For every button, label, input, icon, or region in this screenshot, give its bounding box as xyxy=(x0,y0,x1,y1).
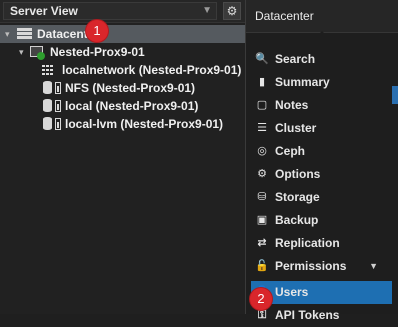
tree-item-local[interactable]: local (Nested-Prox9-01) xyxy=(0,97,245,115)
menu-item-options[interactable]: ⚙ Options xyxy=(246,163,392,186)
menu-label: Replication xyxy=(275,236,340,250)
menu-label: Notes xyxy=(275,98,309,112)
menu-item-cluster[interactable]: ☰ Cluster xyxy=(246,117,392,140)
menu-label: Storage xyxy=(275,190,320,204)
tree-label: NFS (Nested-Prox9-01) xyxy=(65,81,196,95)
server-icon: ☰ xyxy=(257,122,267,134)
tree-label-node: Nested-Prox9-01 xyxy=(50,45,145,59)
tree-item-datacenter[interactable]: ▾ Datacenter xyxy=(0,25,245,43)
view-toolbar: Server View ▼ ⚙ xyxy=(0,0,245,23)
book-icon: ▮ xyxy=(258,76,266,88)
storage-usage-icon xyxy=(55,100,61,112)
menu-label: Summary xyxy=(275,75,330,89)
gear-icon: ⚙ xyxy=(257,168,267,180)
edge-accent xyxy=(392,86,398,104)
tree-label: local-lvm (Nested-Prox9-01) xyxy=(65,117,224,131)
tree-item-nfs[interactable]: NFS (Nested-Prox9-01) xyxy=(0,79,245,97)
menu-label: Permissions xyxy=(275,259,347,273)
step-badge-2: 2 xyxy=(250,288,272,310)
menu-label: API Tokens xyxy=(275,308,340,322)
search-icon: 🔍 xyxy=(255,53,269,65)
tree-label: local (Nested-Prox9-01) xyxy=(65,99,199,113)
database-icon: ⛁ xyxy=(257,191,267,203)
notes-icon: ▢ xyxy=(256,99,268,111)
status-ok-icon xyxy=(37,52,45,60)
expand-chevron-icon[interactable]: ▾ xyxy=(19,43,24,61)
menu-item-storage[interactable]: ⛁ Storage xyxy=(246,186,392,209)
storage-icon xyxy=(43,117,52,130)
ceph-icon: ◎ xyxy=(257,145,267,157)
expand-chevron-icon[interactable]: ▾ xyxy=(5,25,10,43)
menu-item-notes[interactable]: ▢ Notes xyxy=(246,94,392,117)
chevron-down-icon: ▼ xyxy=(202,5,212,16)
step-badge-1: 1 xyxy=(86,20,108,42)
storage-icon xyxy=(43,81,52,94)
pointer-notch xyxy=(314,31,330,39)
storage-usage-icon xyxy=(55,118,61,130)
view-selector[interactable]: Server View ▼ xyxy=(3,2,217,20)
menu-label: Cluster xyxy=(275,121,317,135)
menu-item-ceph[interactable]: ◎ Ceph xyxy=(246,140,392,163)
tree-item-local-lvm[interactable]: local-lvm (Nested-Prox9-01) xyxy=(0,115,245,133)
panel-header: Datacenter xyxy=(246,0,398,39)
storage-usage-icon xyxy=(55,82,61,94)
storage-icon xyxy=(43,99,52,112)
menu-label: Options xyxy=(275,167,321,181)
retweet-icon: ⇄ xyxy=(257,237,267,249)
view-selector-value: Server View xyxy=(10,4,78,18)
unlock-icon: 🔓 xyxy=(255,260,269,272)
menu-item-summary[interactable]: ▮ Summary xyxy=(246,71,392,94)
panel-title: Datacenter xyxy=(255,9,314,23)
menu-item-search[interactable]: 🔍 Search xyxy=(246,48,392,71)
datacenter-icon xyxy=(17,28,32,40)
menu-item-users[interactable]: 👤 Users xyxy=(251,281,392,304)
menu-label: Users xyxy=(275,285,309,299)
config-panel: Datacenter 🔍 Search ▮ Summary ▢ Notes ☰ … xyxy=(245,0,398,322)
tree-label: localnetwork (Nested-Prox9-01) xyxy=(62,63,242,77)
gear-icon[interactable]: ⚙ xyxy=(223,2,241,20)
resource-tree-panel: Server View ▼ ⚙ ▾ Datacenter ▾ Nested-Pr… xyxy=(0,0,245,314)
menu-item-backup[interactable]: ▣ Backup xyxy=(246,209,392,232)
network-grid-icon xyxy=(42,65,54,75)
menu-label: Search xyxy=(275,52,316,66)
menu-label: Backup xyxy=(275,213,319,227)
floppy-icon: ▣ xyxy=(256,214,268,226)
chevron-down-icon[interactable]: ▼ xyxy=(369,255,378,278)
menu-item-permissions[interactable]: 🔓 Permissions ▼ xyxy=(246,255,392,278)
tree-item-localnetwork[interactable]: localnetwork (Nested-Prox9-01) xyxy=(0,61,245,79)
menu-item-replication[interactable]: ⇄ Replication xyxy=(246,232,392,255)
menu-label: Ceph xyxy=(275,144,305,158)
tree-item-node[interactable]: ▾ Nested-Prox9-01 xyxy=(0,43,245,61)
